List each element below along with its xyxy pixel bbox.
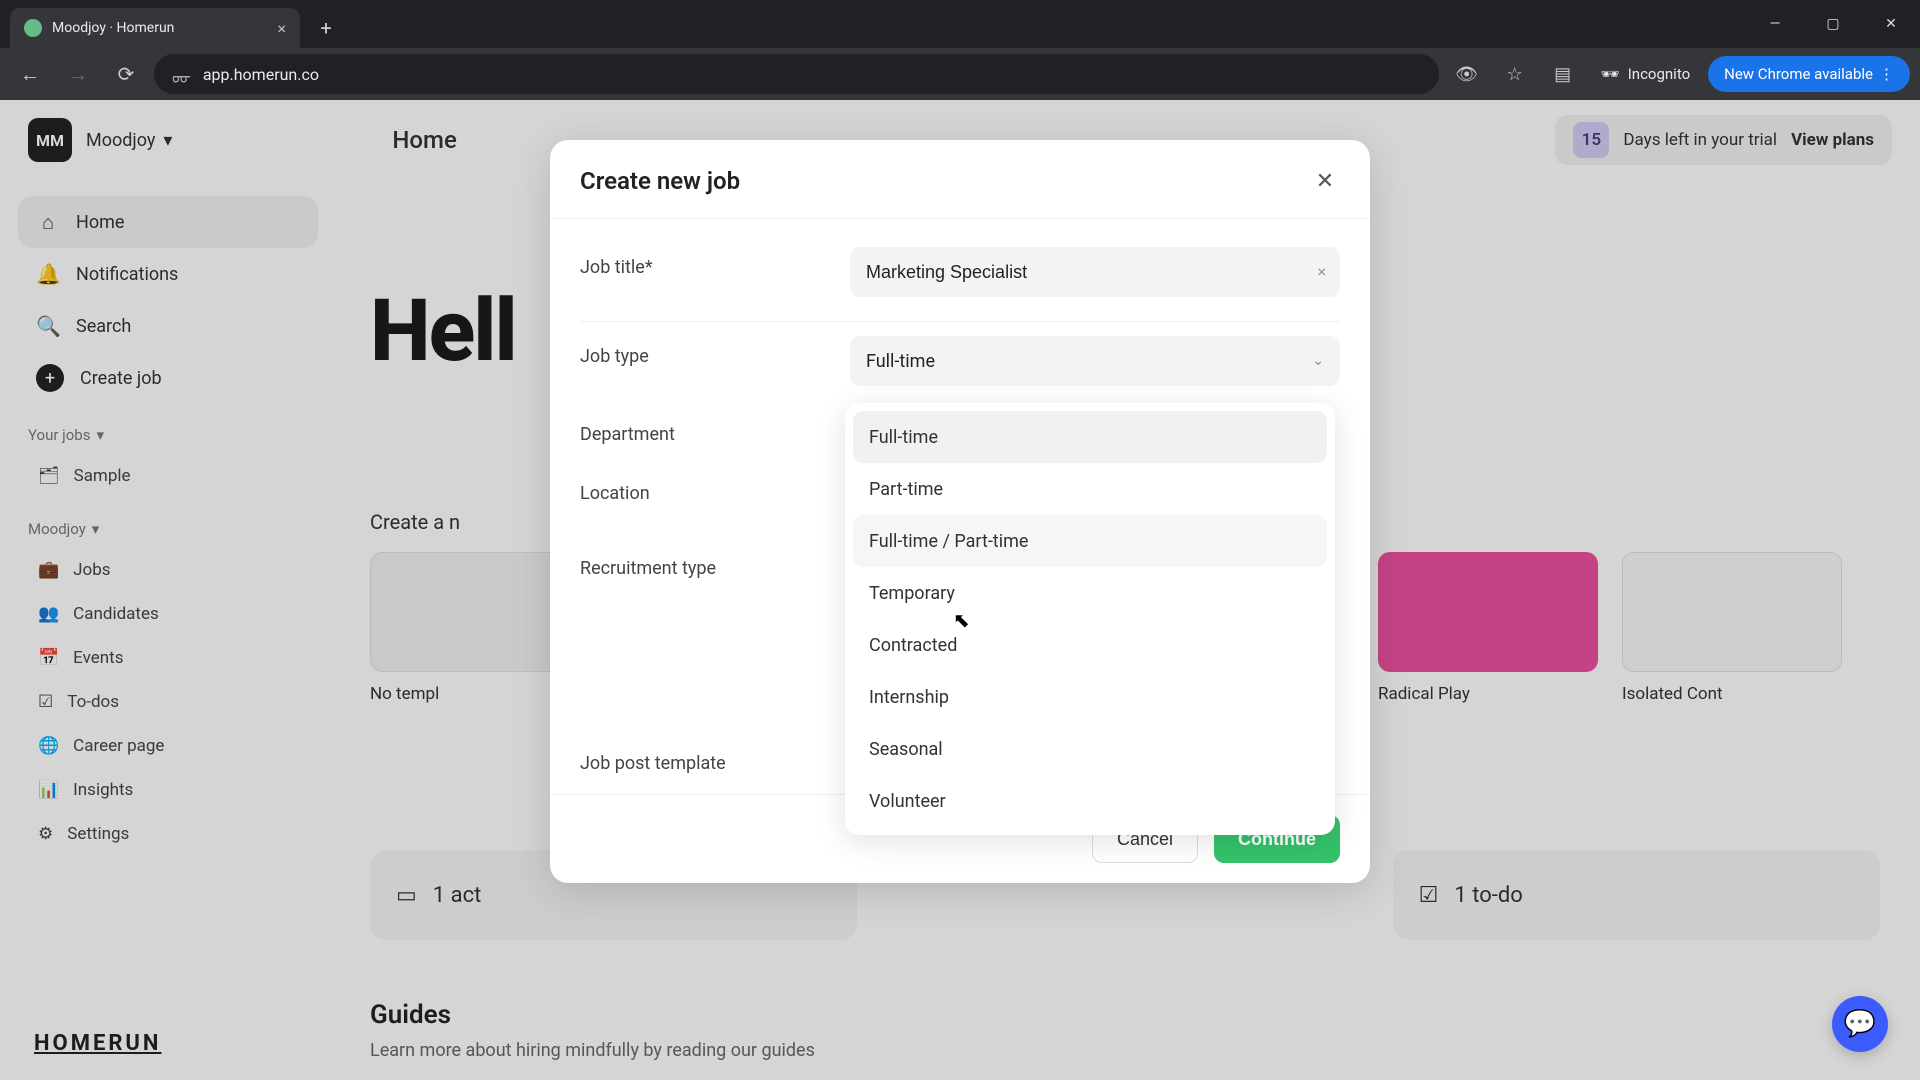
incognito-icon: 🕶 — [1601, 65, 1620, 83]
url-text: app.homerun.co — [203, 65, 319, 84]
address-bar[interactable]: ᡂ app.homerun.co — [154, 54, 1439, 94]
minimize-button[interactable]: — — [1746, 0, 1804, 48]
chrome-update-button[interactable]: New Chrome available ⋮ — [1708, 56, 1910, 92]
reload-button[interactable]: ⟳ — [106, 54, 146, 94]
department-label: Department — [580, 414, 850, 445]
dropdown-option[interactable]: Full-time / Part-time — [853, 515, 1327, 567]
bookmark-icon[interactable]: ☆ — [1495, 54, 1535, 94]
dropdown-option[interactable]: Internship — [853, 671, 1327, 723]
dropdown-option[interactable]: Seasonal — [853, 723, 1327, 775]
help-fab[interactable]: 💬 — [1832, 996, 1888, 1052]
recruitment-type-label: Recruitment type — [580, 548, 850, 579]
browser-toolbar: ← → ⟳ ᡂ app.homerun.co 👁 ☆ ▤ 🕶 Incognito… — [0, 48, 1920, 100]
back-button[interactable]: ← — [10, 54, 50, 94]
site-info-icon[interactable]: ᡂ — [172, 60, 191, 88]
browser-tab[interactable]: Moodjoy · Homerun × — [10, 8, 300, 48]
job-post-template-label: Job post template — [580, 743, 850, 774]
job-type-label: Job type — [580, 336, 850, 367]
job-title-label: Job title* — [580, 247, 850, 278]
favicon-icon — [24, 19, 42, 37]
tab-strip: Moodjoy · Homerun × + — ▢ ✕ — [0, 0, 1920, 48]
incognito-indicator: 🕶 Incognito — [1591, 65, 1701, 83]
clear-input-icon[interactable]: × — [1317, 262, 1326, 281]
forward-button[interactable]: → — [58, 54, 98, 94]
dropdown-option[interactable]: Volunteer — [853, 775, 1327, 827]
new-tab-button[interactable]: + — [310, 12, 342, 44]
menu-icon: ⋮ — [1879, 65, 1894, 83]
maximize-button[interactable]: ▢ — [1804, 0, 1862, 48]
create-job-modal: Create new job ✕ Job title* × Job type F… — [550, 140, 1370, 883]
modal-title: Create new job — [580, 167, 740, 195]
dropdown-option[interactable]: Full-time — [853, 411, 1327, 463]
dropdown-option[interactable]: Contracted — [853, 619, 1327, 671]
location-label: Location — [580, 473, 850, 504]
job-type-select[interactable]: Full-time ⌄ — [850, 336, 1340, 386]
chevron-down-icon: ⌄ — [1312, 353, 1324, 369]
job-title-input[interactable] — [850, 247, 1340, 297]
job-type-dropdown: Full-time Part-time Full-time / Part-tim… — [845, 403, 1335, 835]
tracking-icon[interactable]: 👁 — [1447, 54, 1487, 94]
tab-title: Moodjoy · Homerun — [52, 20, 174, 36]
dropdown-option[interactable]: Temporary — [853, 567, 1327, 619]
modal-close-button[interactable]: ✕ — [1310, 166, 1340, 196]
sidepanel-icon[interactable]: ▤ — [1543, 54, 1583, 94]
dropdown-option[interactable]: Part-time — [853, 463, 1327, 515]
tab-close-icon[interactable]: × — [277, 19, 286, 38]
close-window-button[interactable]: ✕ — [1862, 0, 1920, 48]
